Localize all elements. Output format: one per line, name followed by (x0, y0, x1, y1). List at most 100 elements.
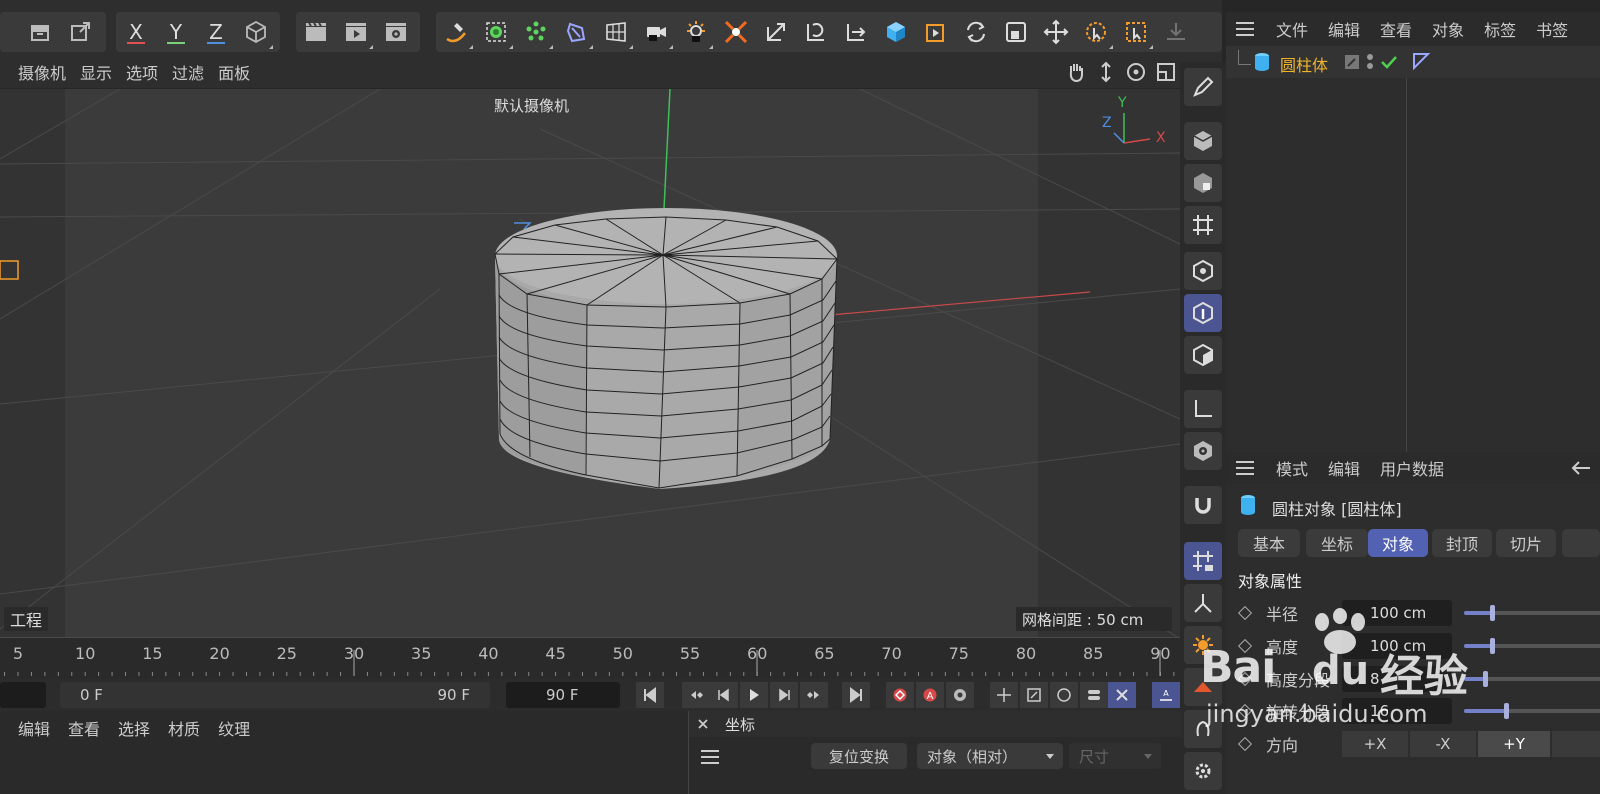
enabled-check-icon[interactable] (1380, 54, 1398, 70)
close-icon[interactable] (697, 718, 709, 730)
coordinate-mode-select[interactable]: 对象（相对） (917, 743, 1063, 769)
current-frame-field[interactable]: 90 F (506, 682, 620, 708)
am-menu-edit[interactable]: 编辑 (1328, 456, 1360, 480)
y-axis-lock-button[interactable]: Y (156, 12, 196, 52)
point-mode-icon[interactable] (1184, 252, 1222, 290)
menu-display[interactable]: 显示 (80, 60, 112, 84)
previous-key-icon[interactable] (682, 682, 710, 708)
render-to-picture-viewer-icon[interactable] (336, 12, 376, 52)
om-menu-file[interactable]: 文件 (1276, 17, 1308, 41)
record-keys-icon[interactable] (886, 682, 914, 708)
generator-nurbs-icon[interactable] (476, 12, 516, 52)
dolly-arrows-icon[interactable] (1094, 60, 1118, 84)
camera-icon[interactable] (636, 12, 676, 52)
timeline-ruler[interactable]: 5 10 15 20 25 30 35 40 45 50 55 60 65 70 75 80 85 90 (0, 637, 1180, 680)
refresh-icon[interactable] (956, 12, 996, 52)
om-menu-bookmark[interactable]: 书签 (1536, 17, 1568, 41)
menu-panel[interactable]: 面板 (218, 60, 250, 84)
hamburger-icon[interactable] (1234, 20, 1256, 38)
mm-menu-edit[interactable]: 编辑 (18, 716, 50, 740)
autokey-icon[interactable]: A (916, 682, 944, 708)
om-menu-view[interactable]: 查看 (1380, 17, 1412, 41)
tab-slice[interactable]: 切片 (1496, 529, 1556, 557)
workplane-lock-icon[interactable] (1184, 542, 1222, 580)
environment-floor-icon[interactable] (596, 12, 636, 52)
tab-caps[interactable]: 封顶 (1432, 529, 1492, 557)
radius-slider[interactable] (1464, 605, 1600, 621)
key-scale-icon[interactable] (1020, 682, 1048, 708)
play-icon[interactable] (740, 682, 768, 708)
om-menu-edit[interactable]: 编辑 (1328, 17, 1360, 41)
rectangle-selection-icon[interactable] (1116, 12, 1156, 52)
keyframe-diamond-icon[interactable] (1237, 605, 1253, 621)
om-menu-object[interactable]: 对象 (1432, 17, 1464, 41)
mm-menu-view[interactable]: 查看 (68, 716, 100, 740)
cloner-icon[interactable] (516, 12, 556, 52)
menu-options[interactable]: 选项 (126, 60, 158, 84)
size-mode-select[interactable]: 尺寸 (1069, 743, 1161, 769)
am-menu-userdata[interactable]: 用户数据 (1380, 456, 1444, 480)
key-position-icon[interactable] (990, 682, 1018, 708)
axis-mode-icon[interactable] (1184, 390, 1222, 428)
edit-icon[interactable] (1344, 54, 1360, 70)
mm-menu-select[interactable]: 选择 (118, 716, 150, 740)
x-axis-lock-button[interactable]: X (116, 12, 156, 52)
render-view-icon[interactable] (296, 12, 336, 52)
next-key-icon[interactable] (800, 682, 828, 708)
back-arrow-icon[interactable] (1570, 459, 1592, 477)
previous-frame-icon[interactable] (710, 682, 738, 708)
orbit-icon[interactable] (1124, 60, 1148, 84)
model-mode-icon[interactable] (716, 12, 756, 52)
frame-left-field[interactable] (0, 682, 46, 708)
cylinder-object[interactable] (494, 208, 838, 489)
external-link-icon[interactable] (60, 12, 100, 52)
key-param-icon[interactable] (1080, 682, 1108, 708)
visibility-dots-icon[interactable] (1366, 53, 1374, 71)
tab-coordinates[interactable]: 坐标 (1306, 529, 1368, 557)
z-axis-lock-button[interactable]: Z (196, 12, 236, 52)
planar-workplane-icon[interactable] (1184, 584, 1222, 622)
object-mode-icon[interactable] (1184, 122, 1222, 160)
am-menu-mode[interactable]: 模式 (1276, 456, 1308, 480)
edge-mode-icon[interactable] (1184, 294, 1222, 332)
key-pla-icon[interactable] (1108, 682, 1136, 708)
next-frame-icon[interactable] (770, 682, 798, 708)
live-selection-icon[interactable] (1076, 12, 1116, 52)
preview-range-slider[interactable]: 0 F 90 F (60, 682, 490, 708)
keyframe-settings-icon[interactable] (946, 682, 974, 708)
scale-icon[interactable] (756, 12, 796, 52)
menu-filter[interactable]: 过滤 (172, 60, 204, 84)
go-to-end-icon[interactable] (842, 682, 870, 708)
spline-pen-icon[interactable] (436, 12, 476, 52)
render-settings-icon[interactable] (376, 12, 416, 52)
menu-camera[interactable]: 摄像机 (18, 60, 66, 84)
render-region-icon[interactable] (916, 12, 956, 52)
mm-menu-texture[interactable]: 纹理 (218, 716, 250, 740)
grid-workplane-icon[interactable] (1184, 206, 1222, 244)
tab-object[interactable]: 对象 (1368, 529, 1428, 557)
deformer-icon[interactable] (556, 12, 596, 52)
cube-primitive-icon[interactable] (876, 12, 916, 52)
object-name[interactable]: 圆柱体 (1280, 52, 1328, 76)
key-rotation-icon[interactable] (1050, 682, 1078, 708)
solo-view-icon[interactable] (1184, 432, 1222, 470)
workplane-icon[interactable] (996, 12, 1036, 52)
hamburger-icon[interactable] (1234, 459, 1256, 477)
go-to-start-icon[interactable] (636, 682, 664, 708)
coordinate-system-icon[interactable] (236, 12, 276, 52)
mm-menu-material[interactable]: 材质 (168, 716, 200, 740)
hamburger-icon[interactable] (699, 748, 721, 766)
download-icon[interactable] (1156, 12, 1196, 52)
make-editable-icon[interactable] (1184, 68, 1222, 106)
move-tool-icon[interactable] (1036, 12, 1076, 52)
tab-basic[interactable]: 基本 (1238, 529, 1300, 557)
om-menu-tag[interactable]: 标签 (1484, 17, 1516, 41)
light-icon[interactable] (676, 12, 716, 52)
maximize-view-icon[interactable] (1154, 60, 1178, 84)
auto-keyframe-icon[interactable]: A (1152, 682, 1180, 708)
3d-viewport[interactable]: 默认摄像机 Y Z X 工程 网格间距 : 50 cm (0, 89, 1180, 637)
rotate-axis-icon[interactable] (796, 12, 836, 52)
reset-transform-button[interactable]: 复位变换 (811, 743, 907, 769)
tab-more[interactable] (1562, 529, 1600, 557)
texture-mode-icon[interactable] (1184, 164, 1222, 202)
